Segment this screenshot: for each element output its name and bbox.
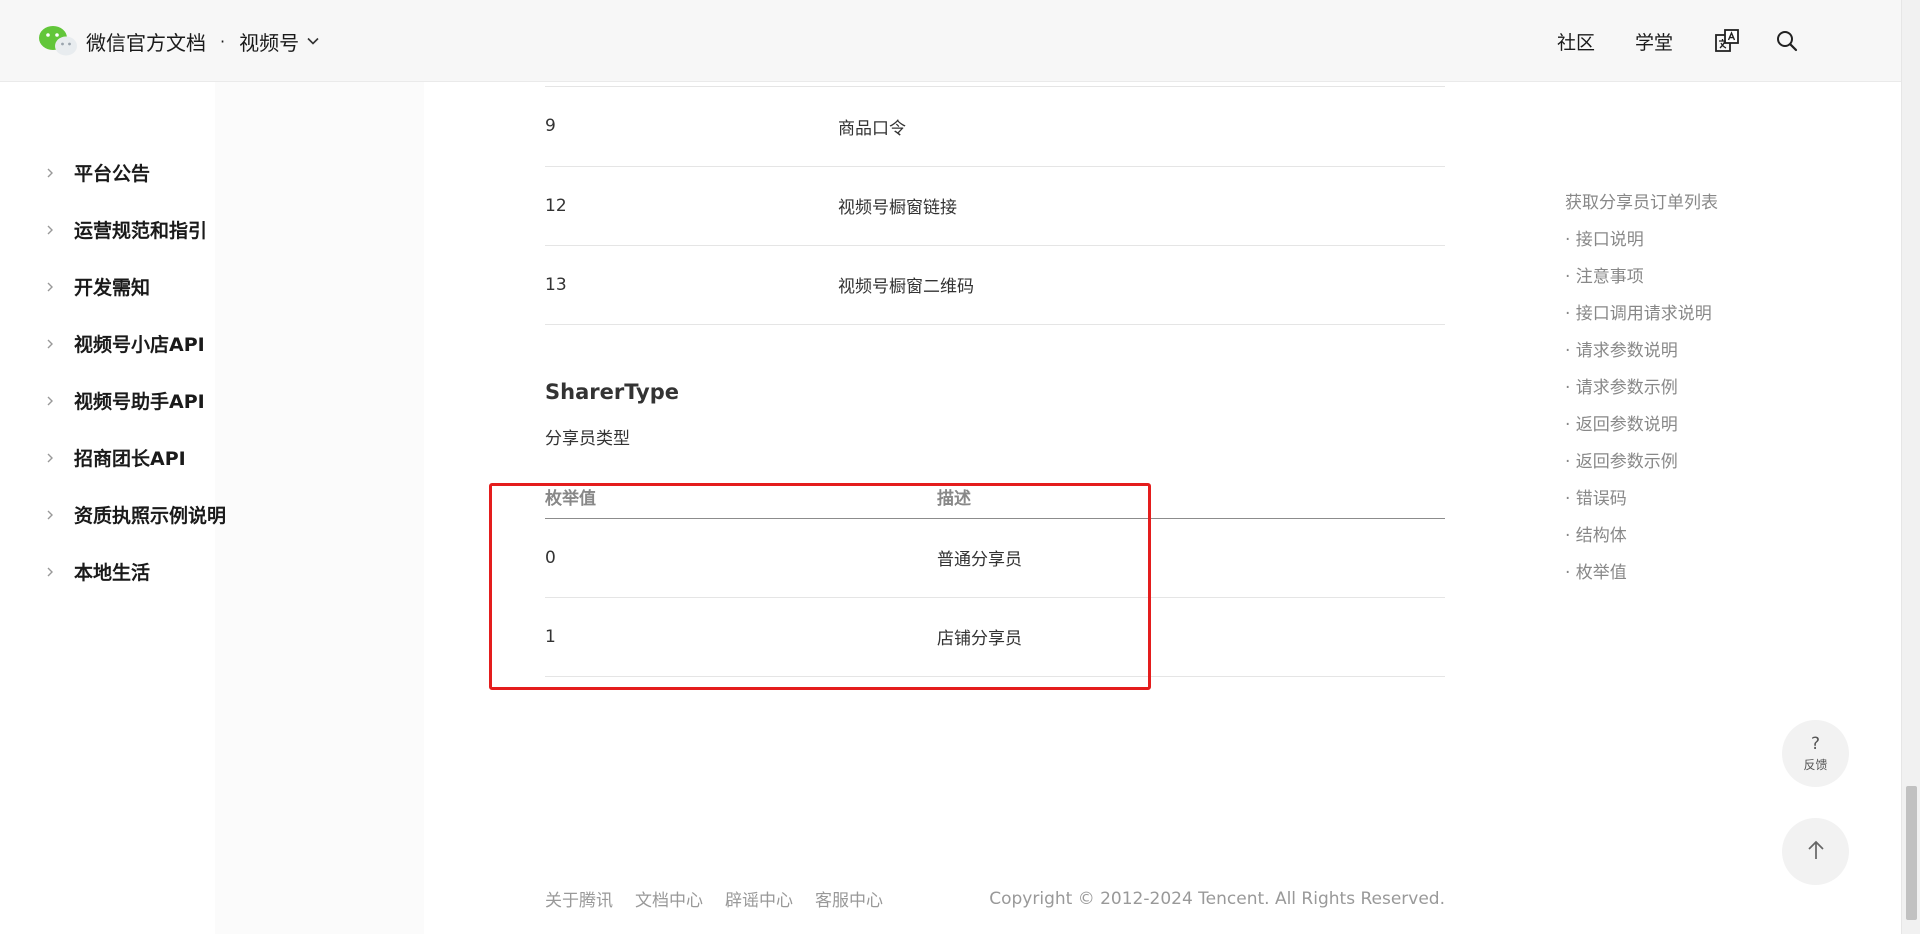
sidebar-item-label: 运营规范和指引 <box>74 220 208 242</box>
wechat-logo-icon <box>38 25 78 57</box>
column-header-desc: 描述 <box>937 480 1445 519</box>
table-row: 1 店铺分享员 <box>545 597 1445 677</box>
toc-item[interactable]: · 请求参数示例 <box>1565 373 1805 410</box>
toc-item[interactable]: · 错误码 <box>1565 484 1805 521</box>
site-title: 微信官方文档 <box>86 30 206 55</box>
table-row: 0 普通分享员 <box>545 518 1445 598</box>
chevron-right-icon <box>44 281 56 293</box>
footer-links: 关于腾讯 文档中心 辟谣中心 客服中心 <box>545 886 883 911</box>
sidebar-item-leader-api[interactable]: 招商团长API <box>44 429 226 486</box>
feedback-label: 反馈 <box>1803 757 1828 772</box>
chevron-down-icon[interactable] <box>305 33 321 49</box>
footer-link-rumor[interactable]: 辟谣中心 <box>725 886 793 911</box>
question-icon: ? <box>1810 733 1821 754</box>
enum-value-cell: 9 <box>545 87 838 167</box>
top-nav: 社区 学堂 <box>1557 0 1801 82</box>
footer-link-support[interactable]: 客服中心 <box>815 886 883 911</box>
enum-desc-cell: 视频号橱窗链接 <box>838 166 1445 246</box>
sidebar-item-label: 资质执照示例说明 <box>74 505 227 527</box>
enum-desc-cell: 店铺分享员 <box>937 597 1445 677</box>
page-scrollbar[interactable] <box>1901 0 1920 934</box>
footer-link-docs[interactable]: 文档中心 <box>635 886 703 911</box>
sidebar-item-shop-api[interactable]: 视频号小店API <box>44 315 226 372</box>
enum-value-cell: 12 <box>545 166 838 246</box>
toc-title[interactable]: 获取分享员订单列表 <box>1565 188 1805 225</box>
toc-item[interactable]: · 接口说明 <box>1565 225 1805 262</box>
sidebar-item-license-examples[interactable]: 资质执照示例说明 <box>44 486 226 543</box>
chevron-right-icon <box>44 509 56 521</box>
chevron-right-icon <box>44 395 56 407</box>
sidebar-item-local-life[interactable]: 本地生活 <box>44 543 226 600</box>
feedback-button[interactable]: ? 反馈 <box>1782 720 1849 787</box>
footer: 关于腾讯 文档中心 辟谣中心 客服中心 Copyright © 2012-202… <box>545 886 1445 912</box>
table-row: 12 视频号橱窗链接 <box>545 166 1445 246</box>
brand[interactable]: 微信官方文档 · 视频号 <box>38 25 321 57</box>
chevron-right-icon <box>44 566 56 578</box>
title-separator: · <box>220 31 226 51</box>
scrollbar-thumb[interactable] <box>1906 786 1917 920</box>
sidebar: 平台公告 运营规范和指引 开发需知 视频号小店API 视频号助手API 招商团长… <box>0 82 424 934</box>
enum-desc-cell: 商品口令 <box>838 87 1445 167</box>
sidebar-item-platform-notice[interactable]: 平台公告 <box>44 144 226 201</box>
sidebar-item-operation-guide[interactable]: 运营规范和指引 <box>44 201 226 258</box>
enum-value-cell: 13 <box>545 245 838 325</box>
product-selector[interactable]: 视频号 <box>239 27 299 56</box>
toc-item[interactable]: · 请求参数说明 <box>1565 336 1805 373</box>
column-header-value: 枚举值 <box>545 480 937 519</box>
toc-item[interactable]: · 返回参数示例 <box>1565 447 1805 484</box>
chevron-right-icon <box>44 167 56 179</box>
sharer-type-table: 枚举值 描述 0 普通分享员 1 店铺分享员 <box>545 480 1445 677</box>
toc-item[interactable]: · 接口调用请求说明 <box>1565 299 1805 336</box>
search-icon[interactable] <box>1773 27 1801 55</box>
toc-item[interactable]: · 枚举值 <box>1565 558 1805 595</box>
sidebar-item-label: 视频号小店API <box>74 334 205 356</box>
arrow-up-icon <box>1806 839 1826 865</box>
chevron-right-icon <box>44 452 56 464</box>
sidebar-item-label: 招商团长API <box>74 448 186 470</box>
top-header: 微信官方文档 · 视频号 社区 学堂 <box>0 0 1901 82</box>
sidebar-menu: 平台公告 运营规范和指引 开发需知 视频号小店API 视频号助手API 招商团长… <box>44 144 226 600</box>
nav-community[interactable]: 社区 <box>1557 28 1595 55</box>
back-to-top-button[interactable] <box>1782 818 1849 885</box>
enum-desc-cell: 视频号橱窗二维码 <box>838 245 1445 325</box>
translate-icon[interactable] <box>1713 27 1741 55</box>
table-header-row: 枚举值 描述 <box>545 480 1445 519</box>
toc-item[interactable]: · 返回参数说明 <box>1565 410 1805 447</box>
enum-value-cell: 1 <box>545 597 937 677</box>
chevron-right-icon <box>44 224 56 236</box>
nav-academy[interactable]: 学堂 <box>1635 28 1673 55</box>
sidebar-item-assistant-api[interactable]: 视频号助手API <box>44 372 226 429</box>
copyright-text: Copyright © 2012-2024 Tencent. All Right… <box>989 888 1445 909</box>
sidebar-item-dev-notes[interactable]: 开发需知 <box>44 258 226 315</box>
enum-value-cell: 0 <box>545 518 937 598</box>
footer-link-about[interactable]: 关于腾讯 <box>545 886 613 911</box>
toc-item[interactable]: · 注意事项 <box>1565 262 1805 299</box>
section-description: 分享员类型 <box>545 429 630 449</box>
enum-table-previous: 9 商品口令 12 视频号橱窗链接 13 视频号橱窗二维码 <box>545 87 1445 325</box>
section-title: SharerType <box>545 380 679 404</box>
chevron-right-icon <box>44 338 56 350</box>
sidebar-item-label: 平台公告 <box>74 163 151 185</box>
toc-item[interactable]: · 结构体 <box>1565 521 1805 558</box>
table-row: 9 商品口令 <box>545 87 1445 167</box>
table-row: 13 视频号橱窗二维码 <box>545 245 1445 325</box>
sidebar-item-label: 视频号助手API <box>74 391 205 413</box>
sidebar-item-label: 本地生活 <box>74 562 151 584</box>
enum-desc-cell: 普通分享员 <box>937 518 1445 598</box>
page-toc: 获取分享员订单列表 · 接口说明 · 注意事项 · 接口调用请求说明 · 请求参… <box>1565 188 1805 595</box>
sidebar-item-label: 开发需知 <box>74 277 151 299</box>
